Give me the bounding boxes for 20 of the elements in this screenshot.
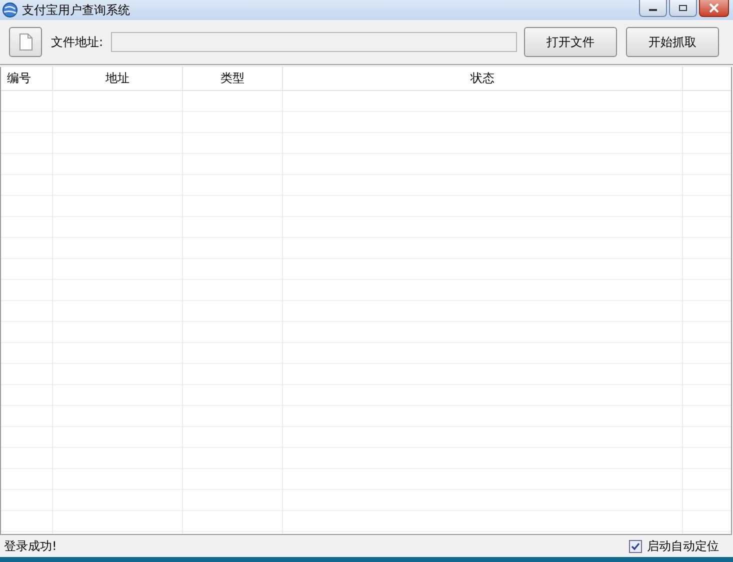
column-header[interactable]: 类型 xyxy=(183,67,283,90)
column-header[interactable]: 地址 xyxy=(53,67,183,90)
maximize-button[interactable] xyxy=(669,0,697,17)
close-icon xyxy=(708,3,720,13)
status-message: 登录成功! xyxy=(4,538,57,554)
window-title: 支付宝用户查询系统 xyxy=(22,2,131,18)
minimize-button[interactable] xyxy=(639,0,667,17)
file-path-label: 文件地址: xyxy=(51,34,104,50)
column-header[interactable]: 状态 xyxy=(283,67,683,90)
new-file-button[interactable] xyxy=(9,27,42,57)
checkbox[interactable] xyxy=(629,540,642,552)
document-icon xyxy=(18,33,32,51)
maximize-icon xyxy=(678,4,688,12)
file-path-field[interactable] xyxy=(111,32,518,52)
close-button[interactable] xyxy=(699,0,729,17)
globe-icon xyxy=(2,2,18,18)
toolbar-button[interactable]: 开始抓取 xyxy=(626,27,720,57)
toolbar-button[interactable]: 打开文件 xyxy=(524,27,618,57)
checkbox-label[interactable]: 启动自动定位 xyxy=(647,538,719,554)
column-header[interactable]: 编号 xyxy=(1,67,53,90)
